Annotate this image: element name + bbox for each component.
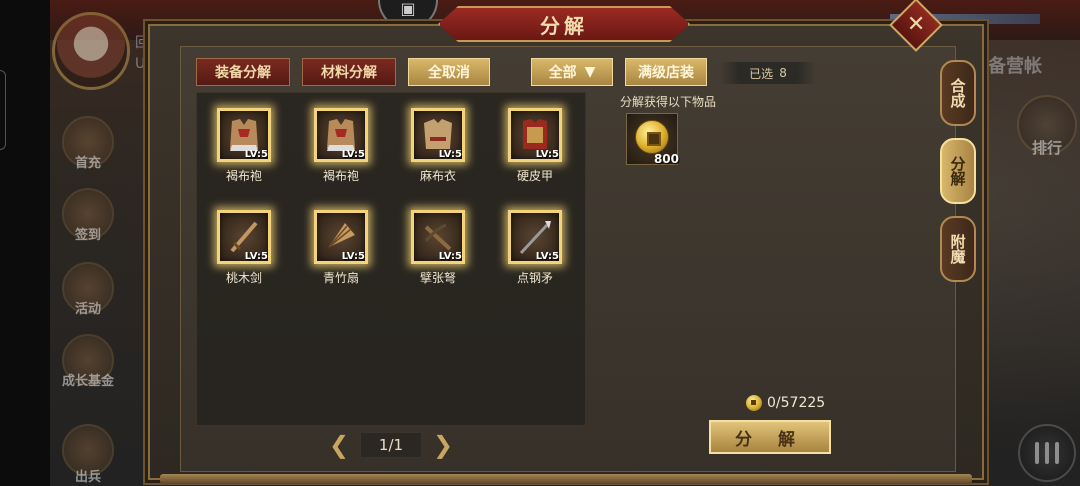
- gain-label: 分解获得以下物品: [620, 95, 717, 109]
- item-level: LV:5: [438, 251, 462, 262]
- item-level: LV:5: [341, 251, 365, 262]
- item-slot[interactable]: LV:5 桃木剑: [204, 210, 284, 286]
- item-level: LV:5: [438, 149, 462, 160]
- sign-in-label: 签到: [74, 228, 101, 243]
- item-name: 麻布衣: [419, 169, 456, 183]
- selected-label: 已选: [749, 66, 774, 81]
- tab-decompose[interactable]: 分解: [940, 138, 976, 204]
- item-level: LV:5: [244, 251, 268, 262]
- full-level-equip-button[interactable]: 满级店装: [625, 58, 707, 86]
- page-title: 分解: [540, 13, 588, 38]
- item-name: 青竹扇: [322, 271, 359, 285]
- copper-coin-icon: [635, 120, 669, 154]
- chevron-down-icon: ▼: [584, 64, 596, 80]
- item-name: 桃木剑: [225, 271, 262, 285]
- gain-count: 800: [653, 152, 679, 166]
- deploy-label: 出兵: [74, 470, 101, 485]
- tab-enchant[interactable]: 附魔: [940, 216, 976, 282]
- coin-icon: [746, 395, 762, 411]
- cancel-all-button[interactable]: 全取消: [408, 58, 490, 86]
- item-frame: LV:5: [411, 210, 465, 264]
- decompose-button[interactable]: 分 解: [709, 420, 831, 454]
- item-slot[interactable]: LV:5 点钢矛: [495, 210, 575, 286]
- menu-button[interactable]: [1018, 424, 1076, 482]
- item-name: 硬皮甲: [516, 169, 553, 183]
- item-level: LV:5: [535, 251, 559, 262]
- tab-material-decompose[interactable]: 材料分解: [302, 58, 396, 86]
- activity-label: 活动: [74, 302, 101, 317]
- screen-edge: [0, 0, 50, 486]
- item-frame: LV:5: [508, 210, 562, 264]
- rank-label: 排行: [1031, 139, 1062, 157]
- close-icon: ✕: [906, 12, 926, 37]
- item-level: LV:5: [535, 149, 559, 160]
- filter-value: 全部: [548, 65, 577, 81]
- item-name: 点钢矛: [516, 271, 553, 285]
- tab-equip-decompose[interactable]: 装备分解: [196, 58, 290, 86]
- screen-notch: [0, 70, 6, 150]
- growth-fund-label: 成长基金: [61, 374, 114, 389]
- item-frame: LV:5: [508, 108, 562, 162]
- item-level: LV:5: [341, 149, 365, 160]
- item-name: 擘张弩: [419, 271, 456, 285]
- item-slot[interactable]: LV:5 青竹扇: [301, 210, 381, 286]
- item-frame: LV:5: [217, 108, 271, 162]
- item-frame: LV:5: [217, 210, 271, 264]
- selected-count: 已选 8: [720, 62, 816, 84]
- item-slot[interactable]: LV:5 褐布袍: [204, 108, 284, 184]
- coin-total: 0/57225: [746, 395, 825, 411]
- item-slot[interactable]: LV:5 擘张弩: [398, 210, 478, 286]
- first-recharge-label: 首充: [74, 156, 101, 171]
- item-slot[interactable]: LV:5 褐布袍: [301, 108, 381, 184]
- item-level: LV:5: [244, 149, 268, 160]
- item-name: 褐布袍: [225, 169, 262, 183]
- pager: ❮ 1/1 ❯: [328, 432, 454, 458]
- tab-synthesize[interactable]: 合成: [940, 60, 976, 126]
- panel-bottom-rail: [160, 474, 972, 484]
- next-page-icon[interactable]: ❯: [432, 433, 454, 457]
- title-banner: 分解: [438, 6, 690, 42]
- gain-item[interactable]: 800: [626, 113, 679, 166]
- item-slot[interactable]: LV:5 麻布衣: [398, 108, 478, 184]
- item-frame: LV:5: [314, 108, 368, 162]
- page-indicator: 1/1: [360, 432, 422, 458]
- filter-dropdown[interactable]: 全部 ▼: [531, 58, 613, 86]
- item-frame: LV:5: [411, 108, 465, 162]
- prev-page-icon[interactable]: ❮: [328, 433, 350, 457]
- item-name: 褐布袍: [322, 169, 359, 183]
- coin-total-value: 0/57225: [767, 395, 826, 411]
- selected-number: 8: [779, 66, 787, 80]
- player-avatar[interactable]: [52, 12, 130, 90]
- item-frame: LV:5: [314, 210, 368, 264]
- item-slot[interactable]: LV:5 硬皮甲: [495, 108, 575, 184]
